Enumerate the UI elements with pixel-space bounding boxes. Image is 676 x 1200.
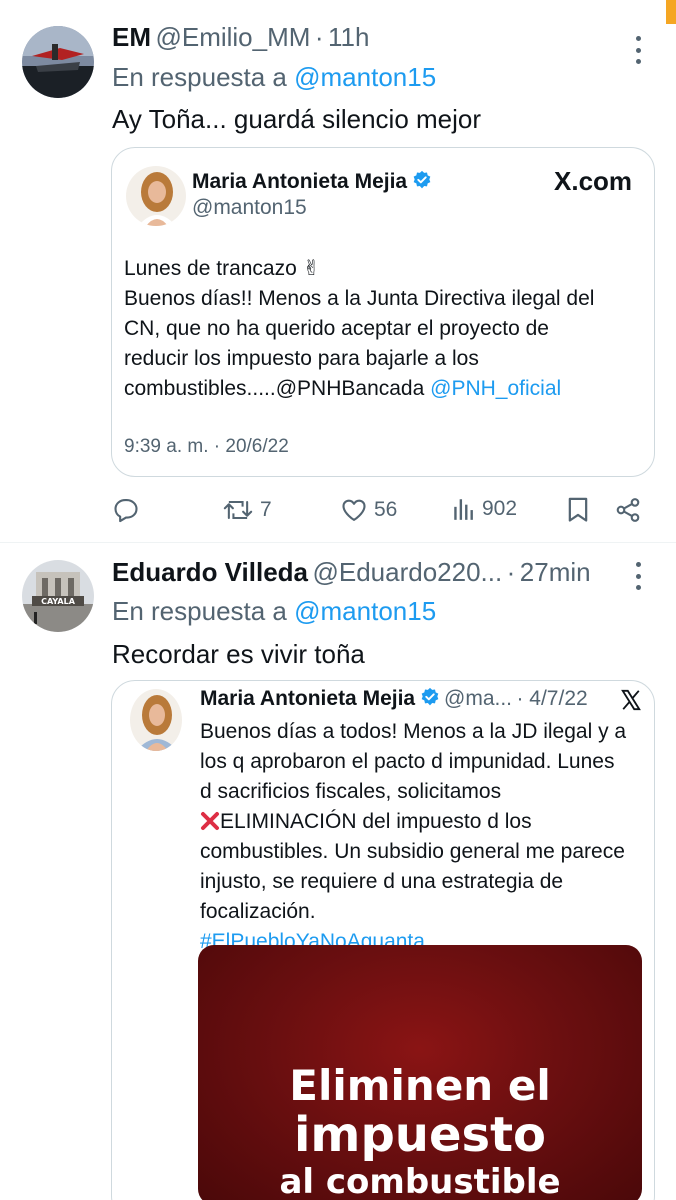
quoted-tweet-text: Buenos días a todos! Menos a la JD ilega… bbox=[200, 717, 648, 957]
reply-context: En respuesta a @manton15 bbox=[112, 596, 436, 627]
views-chart-icon bbox=[454, 499, 473, 520]
source-label[interactable]: X.com bbox=[554, 166, 632, 197]
x-logo-icon[interactable] bbox=[620, 689, 642, 711]
author-name[interactable]: EM bbox=[112, 22, 151, 52]
tweet-text: Recordar es vivir toña bbox=[112, 639, 365, 669]
image-text-line: Eliminen el bbox=[289, 1061, 551, 1110]
quoted-author-name[interactable]: Maria Antonieta Mejia bbox=[200, 687, 415, 710]
bookmark-button[interactable] bbox=[566, 496, 590, 524]
quoted-line: combustibles. Un subsidio general me par… bbox=[200, 840, 625, 863]
quoted-line-text: combustibles.....@PNHBancada bbox=[124, 377, 425, 400]
quoted-avatar bbox=[126, 166, 186, 226]
quoted-date[interactable]: · 4/7/22 bbox=[516, 687, 587, 710]
quoted-line: focalización. bbox=[200, 900, 316, 923]
views-button[interactable]: 902 bbox=[452, 496, 517, 522]
more-options-icon[interactable] bbox=[634, 36, 642, 64]
reply-prefix: En respuesta a bbox=[112, 62, 287, 92]
quoted-line: Buenos días a todos! Menos a la JD ilega… bbox=[200, 720, 627, 743]
share-button[interactable] bbox=[614, 496, 642, 524]
quoted-tweet-card[interactable]: Maria Antonieta Mejia @ma... · 4/7/22 Bu… bbox=[111, 680, 655, 1200]
author-handle[interactable]: @Eduardo220... bbox=[312, 557, 502, 587]
separator-dot: · bbox=[506, 557, 516, 587]
separator-dot: · bbox=[314, 22, 324, 52]
reply-handle-link[interactable]: @manton15 bbox=[294, 596, 436, 626]
quoted-tweet-card[interactable]: Maria Antonieta Mejia @manton15 X.com Lu… bbox=[111, 147, 655, 477]
verified-badge-icon bbox=[421, 687, 438, 706]
share-icon bbox=[616, 498, 640, 522]
mention-link[interactable]: @PNH_oficial bbox=[430, 377, 561, 400]
tweet-text: Ay Toña... guardá silencio mejor bbox=[112, 104, 482, 134]
reply-icon bbox=[114, 499, 138, 523]
quoted-line: los q aprobaron el pacto d impunidad. Lu… bbox=[200, 750, 615, 773]
like-button[interactable]: 56 bbox=[340, 496, 397, 524]
reply-button[interactable] bbox=[112, 496, 140, 524]
reply-context: En respuesta a @manton15 bbox=[112, 62, 436, 93]
avatar[interactable] bbox=[22, 26, 94, 98]
more-options-icon[interactable] bbox=[634, 562, 642, 590]
reply-prefix: En respuesta a bbox=[112, 596, 287, 626]
retweet-icon bbox=[223, 500, 253, 520]
avatar[interactable]: CAYALA bbox=[22, 560, 94, 632]
avatar-image: CAYALA bbox=[22, 560, 94, 632]
tweet-header: EM @Emilio_MM · 11h bbox=[112, 22, 369, 53]
tweet-time[interactable]: 27min bbox=[520, 557, 591, 587]
views-count: 902 bbox=[482, 497, 518, 520]
quoted-tweet-text: Lunes de trancazo ✌ Buenos días!! Menos … bbox=[124, 254, 644, 404]
quoted-line: Lunes de trancazo ✌ bbox=[124, 257, 321, 280]
quoted-line: combustibles.....@PNHBancada @PNH_oficia… bbox=[124, 374, 644, 404]
quoted-line: Buenos días!! Menos a la Junta Directiva… bbox=[124, 287, 595, 310]
quoted-timestamp[interactable]: 9:39 a. m. · 20/6/22 bbox=[124, 436, 289, 458]
image-text-line: al combustible bbox=[279, 1162, 561, 1200]
author-handle[interactable]: @Emilio_MM bbox=[155, 22, 310, 52]
verified-badge-icon bbox=[413, 170, 430, 189]
quoted-line: ELIMINACIÓN del impuesto d los bbox=[200, 807, 648, 837]
quoted-line: reducir los impuesto para bajarle a los bbox=[124, 347, 479, 370]
quoted-line-text: ELIMINACIÓN del impuesto d los bbox=[220, 810, 532, 833]
retweet-count: 7 bbox=[260, 498, 272, 521]
author-name[interactable]: Eduardo Villeda bbox=[112, 557, 308, 587]
like-count: 56 bbox=[374, 498, 398, 521]
quoted-author-handle[interactable]: @ma... bbox=[444, 687, 512, 710]
bookmark-icon bbox=[568, 497, 588, 522]
image-text-line: impuesto bbox=[293, 1107, 547, 1163]
quoted-author-name[interactable]: Maria Antonieta Mejia bbox=[192, 170, 407, 193]
avatar-image bbox=[22, 26, 94, 98]
scrollbar-thumb[interactable] bbox=[666, 0, 676, 24]
quoted-line: CN, que no ha querido aceptar el proyect… bbox=[124, 317, 549, 340]
reply-handle-link[interactable]: @manton15 bbox=[294, 62, 436, 92]
quoted-author-handle[interactable]: @manton15 bbox=[192, 196, 307, 220]
quoted-line: injusto, se requiere d una estrategia de bbox=[200, 870, 564, 893]
tweet-time[interactable]: 11h bbox=[328, 22, 369, 52]
avatar-sign-text: CAYALA bbox=[41, 597, 76, 606]
quoted-media-image[interactable]: Eliminen el impuesto al combustible bbox=[198, 945, 642, 1200]
heart-icon bbox=[342, 499, 366, 521]
tweet-header: Eduardo Villeda @Eduardo220... · 27min bbox=[112, 557, 591, 588]
quoted-line: d sacrificios fiscales, solicitamos bbox=[200, 780, 502, 803]
red-x-icon bbox=[201, 812, 219, 830]
tweet-divider bbox=[0, 542, 676, 543]
quoted-avatar bbox=[130, 689, 182, 751]
retweet-button[interactable]: 7 bbox=[222, 496, 272, 524]
